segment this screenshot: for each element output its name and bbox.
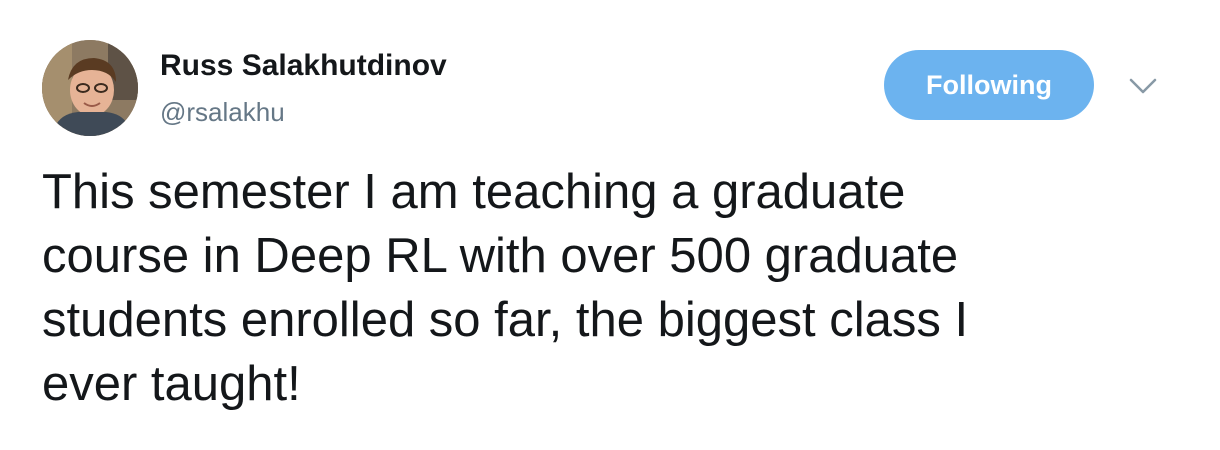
tweet-text-line: This semester I am teaching a graduate [42,165,906,219]
author-name[interactable]: Russ Salakhutdinov [160,48,447,84]
following-button[interactable]: Following [884,50,1094,120]
profile-photo-icon [42,40,138,136]
tweet-card: Russ Salakhutdinov @rsalakhu Following T… [0,0,1220,450]
avatar[interactable] [42,40,138,136]
tweet-text: This semester I am teaching a graduate c… [42,160,1192,416]
tweet-text-line: ever taught! [42,357,301,411]
tweet-text-line: course in Deep RL with over 500 graduate [42,229,959,283]
author-handle[interactable]: @rsalakhu [160,96,285,128]
tweet-text-line: students enrolled so far, the biggest cl… [42,293,969,347]
chevron-down-icon[interactable] [1125,72,1161,100]
